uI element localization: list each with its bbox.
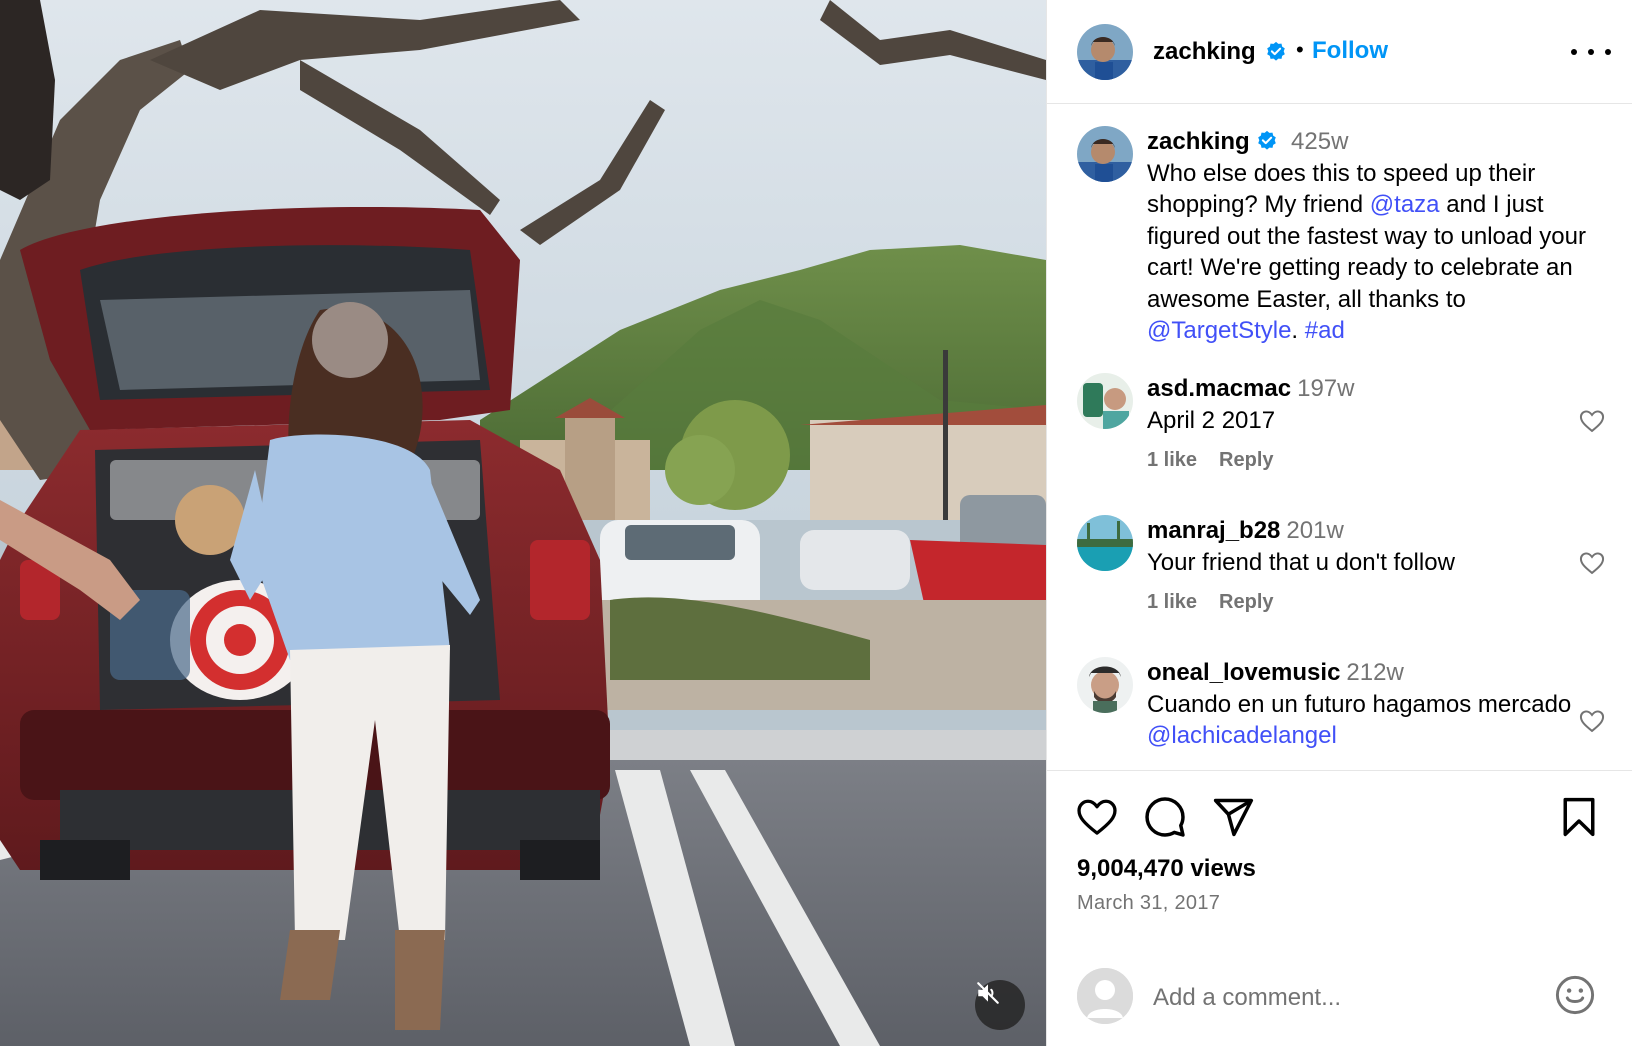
commenter-username[interactable]: oneal_lovemusic [1147,659,1340,686]
view-count: 9,004,470 views [1077,855,1256,882]
emoji-smiley-icon[interactable] [1553,973,1597,1017]
like-comment-heart-icon[interactable] [1577,707,1607,735]
comment-likes[interactable]: 1 like [1147,591,1197,613]
save-bookmark-icon[interactable] [1557,795,1601,839]
reply-button[interactable]: Reply [1219,591,1273,613]
comment-body: oneal_lovemusic 212w Cuando en un futuro … [1147,657,1587,752]
mention-link[interactable]: @taza [1370,191,1440,218]
comment-input[interactable] [1153,980,1533,1016]
post-header: zachking • Follow [1047,0,1632,104]
more-options-icon[interactable] [1571,40,1611,64]
caption-text: . [1291,317,1305,344]
commenter-avatar[interactable] [1077,373,1133,429]
author-avatar[interactable] [1077,24,1133,80]
reply-button[interactable]: Reply [1219,449,1273,471]
verified-badge-icon [1265,41,1287,65]
video-frame [0,0,1046,1046]
commenter-username[interactable]: asd.macmac [1147,375,1291,402]
current-user-avatar [1077,968,1133,1024]
comment-meta: 1 like Reply [1147,591,1296,614]
speaker-muted-icon [977,982,999,1004]
share-send-icon[interactable] [1211,795,1255,839]
commenter-username[interactable]: manraj_b28 [1147,517,1280,544]
like-comment-heart-icon[interactable] [1577,407,1607,435]
verified-badge-icon [1258,130,1277,150]
comment-timestamp[interactable]: 201w [1286,517,1343,544]
header-separator: • [1296,37,1304,62]
hashtag-link[interactable]: #ad [1305,317,1345,344]
comment-timestamp[interactable]: 212w [1346,659,1403,686]
comment-meta: 1 like Reply [1147,449,1296,472]
like-heart-icon[interactable] [1075,795,1119,839]
caption-username[interactable]: zachking [1147,128,1250,155]
post-video[interactable] [0,0,1046,1046]
comment-timestamp[interactable]: 197w [1297,375,1354,402]
comment-body: asd.macmac 197w April 2 2017 [1147,373,1587,436]
commenter-avatar[interactable] [1077,657,1133,713]
audio-muted-button[interactable] [975,980,1025,1030]
follow-button[interactable]: Follow [1312,37,1388,65]
comment-likes[interactable]: 1 like [1147,449,1197,471]
comment-body: manraj_b28 201w Your friend that u don't … [1147,515,1587,578]
caption-avatar[interactable] [1077,126,1133,182]
commenter-avatar[interactable] [1077,515,1133,571]
caption-body: zachking 425w Who else does this to spee… [1147,126,1587,347]
default-user-icon [1077,968,1133,1024]
caption-timestamp[interactable]: 425w [1291,128,1348,155]
like-comment-heart-icon[interactable] [1577,549,1607,577]
post-side-panel: zachking • Follow zachking 425w Who else… [1046,0,1632,1046]
comments-list[interactable]: zachking 425w Who else does this to spee… [1047,105,1632,770]
comment-text: Cuando en un futuro hagamos mercado [1147,690,1572,718]
comment-text: Your friend that u don't follow [1147,548,1455,576]
mention-link[interactable]: @lachicadelangel [1147,722,1337,749]
comment-bubble-icon[interactable] [1143,795,1187,839]
actions-divider [1047,770,1632,771]
add-comment-bar [1047,958,1632,1046]
author-username[interactable]: zachking [1153,38,1256,66]
comment-text: April 2 2017 [1147,406,1276,434]
mention-link[interactable]: @TargetStyle [1147,317,1291,344]
post-date[interactable]: March 31, 2017 [1077,892,1220,915]
